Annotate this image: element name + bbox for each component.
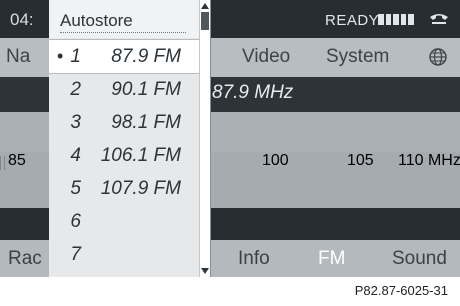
station-item-6[interactable]: 6 (49, 205, 199, 238)
bottom-item-radio[interactable]: Rac (8, 248, 42, 270)
head-unit-screen: 04: READY Na Video System 87.9 MHz 85 10… (0, 0, 460, 277)
station-frequency: 90.1 FM (111, 79, 181, 100)
scroll-down-icon[interactable] (201, 268, 209, 274)
station-number: 5 (70, 178, 81, 199)
scroll-thumb[interactable] (201, 12, 209, 30)
phone-icon (430, 14, 448, 24)
station-item-5[interactable]: 5 107.9 FM (49, 172, 199, 205)
station-item-3[interactable]: 3 98.1 FM (49, 106, 199, 139)
signal-strength-icon (378, 14, 414, 25)
current-frequency: 87.9 MHz (212, 82, 294, 103)
station-frequency: 87.9 FM (111, 46, 181, 67)
station-frequency: 107.9 FM (100, 178, 181, 199)
station-frequency: 98.1 FM (111, 112, 181, 133)
globe-icon[interactable] (429, 48, 447, 66)
bottom-item-fm[interactable]: FM (318, 248, 345, 270)
scroll-up-icon[interactable] (201, 3, 209, 9)
station-number: 6 (70, 211, 81, 232)
station-list: • 1 87.9 FM 2 90.1 FM 3 98.1 FM 4 106.1 … (49, 39, 200, 271)
station-number: 2 (70, 79, 81, 100)
station-item-4[interactable]: 4 106.1 FM (49, 139, 199, 172)
bottom-item-info[interactable]: Info (238, 248, 270, 270)
station-number: 3 (70, 112, 81, 133)
header-divider (60, 32, 186, 33)
dropdown-header: Autostore (49, 0, 199, 38)
station-item-1[interactable]: • 1 87.9 FM (49, 39, 200, 74)
station-number: 1 (70, 46, 81, 67)
figure-reference: P82.87-6025-31 (354, 283, 448, 298)
autostore-dropdown[interactable]: Autostore • 1 87.9 FM 2 90.1 FM 3 98.1 F… (49, 0, 211, 277)
station-number: 4 (70, 145, 81, 166)
station-frequency: 106.1 FM (100, 145, 181, 166)
menu-item-video[interactable]: Video (242, 46, 290, 68)
station-item-2[interactable]: 2 90.1 FM (49, 73, 199, 106)
clock: 04: (10, 10, 34, 29)
station-number: 7 (70, 244, 81, 265)
ready-status: READY (325, 12, 380, 29)
menu-item-navi[interactable]: Na (6, 46, 30, 68)
scale-label-110: 110 MHz (398, 152, 460, 208)
menu-item-system[interactable]: System (326, 46, 389, 68)
dropdown-scrollbar[interactable] (199, 0, 210, 277)
dropdown-title: Autostore (60, 11, 133, 30)
station-item-7[interactable]: 7 (49, 238, 199, 271)
bottom-item-sound[interactable]: Sound (392, 248, 447, 270)
